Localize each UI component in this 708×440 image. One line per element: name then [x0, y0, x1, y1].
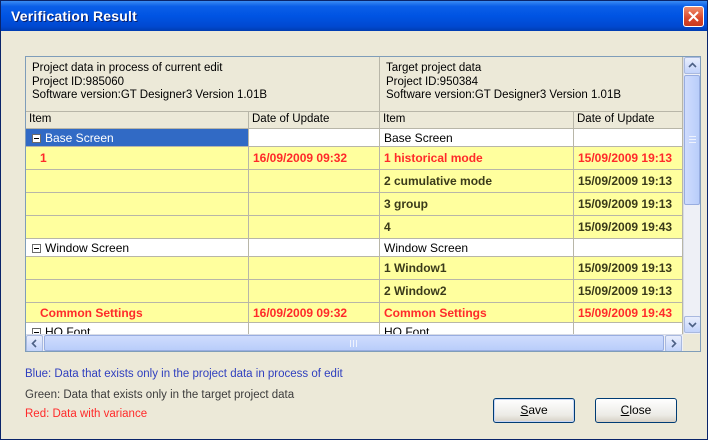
right-date-cell: 15/09/2009 19:13 [574, 147, 683, 170]
right-date-cell [574, 129, 683, 147]
left-item-cell[interactable]: Base Screen [26, 129, 249, 147]
table-row[interactable]: 2 Window2 15/09/2009 19:13 [26, 280, 683, 303]
table-row[interactable]: 4 15/09/2009 19:43 [26, 216, 683, 239]
vertical-scroll-thumb[interactable] [684, 75, 700, 205]
left-item-cell [26, 170, 249, 193]
column-header-item-right[interactable]: Item [380, 112, 574, 129]
target-project-header: Target project data Project ID:950384 So… [380, 57, 683, 112]
left-item-cell: Common Settings [26, 303, 249, 323]
scroll-left-button[interactable] [26, 335, 43, 351]
collapse-box-icon[interactable] [32, 244, 41, 253]
left-date-cell [249, 257, 380, 280]
right-date-cell: 15/09/2009 19:13 [574, 193, 683, 216]
collapse-box-icon[interactable] [32, 134, 41, 143]
target-project-id: Project ID:950384 [386, 75, 479, 88]
right-date-cell: 15/09/2009 19:43 [574, 303, 683, 323]
left-item-cell: 1 [26, 147, 249, 170]
right-date-cell [574, 239, 683, 257]
target-project-title: Target project data [386, 62, 482, 74]
left-item-cell [26, 280, 249, 303]
close-button[interactable]: Close [595, 398, 677, 423]
source-project-header: Project data in process of current edit … [26, 57, 380, 112]
horizontal-scrollbar[interactable] [26, 334, 683, 351]
scrollbar-corner [683, 334, 700, 351]
column-header-item-left[interactable]: Item [26, 112, 249, 129]
window-title: Verification Result [11, 8, 137, 24]
source-project-title: Project data in process of current edit [32, 62, 223, 74]
arrow-right-icon [671, 339, 677, 348]
title-bar[interactable]: Verification Result [1, 1, 707, 31]
left-date-cell [249, 193, 380, 216]
scroll-up-button[interactable] [684, 57, 700, 74]
left-date-cell [249, 216, 380, 239]
source-software-version: Software version:GT Designer3 Version 1.… [32, 89, 268, 101]
arrow-down-icon [688, 322, 697, 328]
right-date-cell: 15/09/2009 19:13 [574, 257, 683, 280]
right-item-cell: 1 Window1 [380, 257, 574, 280]
left-date-cell [249, 170, 380, 193]
table-row[interactable]: 1 Window1 15/09/2009 19:13 [26, 257, 683, 280]
arrow-up-icon [688, 62, 697, 68]
comparison-grid[interactable]: Project data in process of current edit … [25, 56, 701, 352]
left-date-cell [249, 280, 380, 303]
table-row[interactable]: Window Screen Window Screen [26, 239, 683, 257]
left-item-cell [26, 193, 249, 216]
right-date-cell: 15/09/2009 19:43 [574, 216, 683, 239]
left-date-cell [249, 129, 380, 147]
close-window-button[interactable] [683, 6, 704, 27]
arrow-left-icon [31, 339, 37, 348]
scroll-right-button[interactable] [665, 335, 682, 351]
vertical-scrollbar[interactable] [683, 57, 700, 334]
column-header-date-right[interactable]: Date of Update [574, 112, 683, 129]
right-item-cell: Base Screen [380, 129, 574, 147]
verification-result-dialog: Verification Result Project data in proc… [0, 0, 708, 440]
left-item-cell[interactable]: Window Screen [26, 239, 249, 257]
left-date-cell: 16/09/2009 09:32 [249, 147, 380, 170]
scroll-down-button[interactable] [684, 316, 700, 333]
table-row[interactable]: 2 cumulative mode 15/09/2009 19:13 [26, 170, 683, 193]
right-item-cell: 1 historical mode [380, 147, 574, 170]
right-date-cell: 15/09/2009 19:13 [574, 170, 683, 193]
left-item-cell [26, 257, 249, 280]
column-header-date-left[interactable]: Date of Update [249, 112, 380, 129]
legend-blue: Blue: Data that exists only in the proje… [25, 368, 343, 380]
right-item-cell: Window Screen [380, 239, 574, 257]
right-item-cell: 2 cumulative mode [380, 170, 574, 193]
left-date-cell: 16/09/2009 09:32 [249, 303, 380, 323]
right-item-cell: 4 [380, 216, 574, 239]
right-item-cell: 2 Window2 [380, 280, 574, 303]
left-item-cell [26, 216, 249, 239]
legend-green: Green: Data that exists only in the targ… [25, 389, 295, 401]
left-date-cell [249, 239, 380, 257]
horizontal-scroll-thumb[interactable] [44, 335, 664, 351]
right-date-cell: 15/09/2009 19:13 [574, 280, 683, 303]
right-item-cell: Common Settings [380, 303, 574, 323]
target-software-version: Software version:GT Designer3 Version 1.… [386, 89, 622, 101]
close-icon [688, 11, 699, 22]
table-row[interactable]: Common Settings 16/09/2009 09:32 Common … [26, 303, 683, 323]
right-item-cell: 3 group [380, 193, 574, 216]
save-button[interactable]: Save [493, 398, 575, 423]
table-row[interactable]: 1 16/09/2009 09:32 1 historical mode 15/… [26, 147, 683, 170]
table-row[interactable]: Base Screen Base Screen [26, 129, 683, 147]
table-row[interactable]: 3 group 15/09/2009 19:13 [26, 193, 683, 216]
source-project-id: Project ID:985060 [32, 75, 125, 88]
legend-red: Red: Data with variance [25, 408, 148, 420]
